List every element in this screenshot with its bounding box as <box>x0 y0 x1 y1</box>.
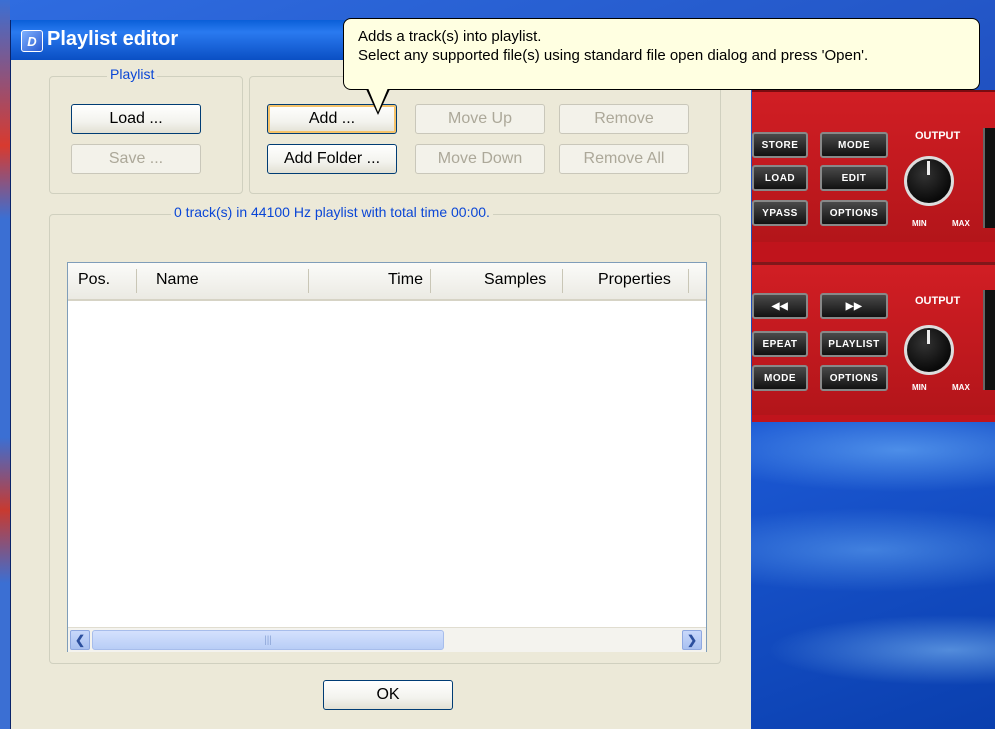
playlist-groupbox <box>49 76 243 194</box>
horizontal-scrollbar[interactable]: ❮ ||| ❯ <box>68 627 706 652</box>
remove-button[interactable]: Remove <box>559 104 689 134</box>
scroll-right-arrow-icon[interactable]: ❯ <box>682 630 702 650</box>
device-playlist-button[interactable]: PLAYLIST <box>820 331 888 357</box>
scroll-left-arrow-icon[interactable]: ❮ <box>70 630 90 650</box>
max-label: MAX <box>952 219 970 228</box>
move-up-button[interactable]: Move Up <box>415 104 545 134</box>
tooltip-line-2: Select any supported file(s) using stand… <box>358 47 869 64</box>
column-properties[interactable]: Properties <box>598 271 671 289</box>
device-edit-button[interactable]: EDIT <box>820 165 888 191</box>
device-forward-button[interactable]: ▶▶ <box>820 293 888 319</box>
device-mode-button-2[interactable]: MODE <box>752 365 808 391</box>
device-options-button[interactable]: OPTIONS <box>820 200 888 226</box>
scrollbar-thumb[interactable]: ||| <box>92 630 444 650</box>
device-load-button[interactable]: LOAD <box>752 165 808 191</box>
move-down-button[interactable]: Move Down <box>415 144 545 174</box>
device-rewind-button[interactable]: ◀◀ <box>752 293 808 319</box>
tooltip-pointer-fill <box>368 88 388 112</box>
desktop-left-edge <box>0 0 10 729</box>
device-options-button-2[interactable]: OPTIONS <box>820 365 888 391</box>
level-meter-2 <box>983 290 995 390</box>
output-label-2: OUTPUT <box>915 295 961 307</box>
max-label-2: MAX <box>952 383 970 392</box>
level-meter <box>983 128 995 228</box>
add-folder-button[interactable]: Add Folder ... <box>267 144 397 174</box>
column-separator[interactable] <box>688 269 689 293</box>
window-title: Playlist editor <box>47 28 179 50</box>
track-list[interactable]: Pos. Name Time Samples Properties ❮ ||| … <box>67 262 707 652</box>
tracks-groupbox <box>249 76 721 194</box>
column-time[interactable]: Time <box>388 271 423 289</box>
ok-button[interactable]: OK <box>323 680 453 710</box>
playlist-group-legend: Playlist <box>107 66 158 82</box>
device-repeat-button[interactable]: EPEAT <box>752 331 808 357</box>
output-knob[interactable] <box>904 156 954 206</box>
device-bypass-button[interactable]: YPASS <box>752 200 808 226</box>
column-separator[interactable] <box>430 269 431 293</box>
add-button-tooltip: Adds a track(s) into playlist. Select an… <box>343 18 980 90</box>
load-button[interactable]: Load ... <box>71 104 201 134</box>
playlist-summary: 0 track(s) in 44100 Hz playlist with tot… <box>171 204 493 220</box>
column-separator[interactable] <box>562 269 563 293</box>
column-separator[interactable] <box>136 269 137 293</box>
column-pos[interactable]: Pos. <box>78 271 110 289</box>
min-label-2: MIN <box>912 383 927 392</box>
remove-all-button[interactable]: Remove All <box>559 144 689 174</box>
min-label: MIN <box>912 219 927 228</box>
output-label: OUTPUT <box>915 130 961 142</box>
track-list-header: Pos. Name Time Samples Properties <box>68 263 706 301</box>
column-samples[interactable]: Samples <box>484 271 546 289</box>
playlist-editor-dialog: D Playlist editor Playlist Load ... Save… <box>10 20 751 729</box>
tooltip-line-1: Adds a track(s) into playlist. <box>358 28 542 45</box>
save-button[interactable]: Save ... <box>71 144 201 174</box>
device-panel-bottom: ◀◀ ▶▶ EPEAT PLAYLIST MODE OPTIONS OUTPUT… <box>752 262 995 415</box>
device-store-button[interactable]: STORE <box>752 132 808 158</box>
desktop-wallpaper-waves <box>750 410 995 729</box>
device-mode-button[interactable]: MODE <box>820 132 888 158</box>
output-knob-2[interactable] <box>904 325 954 375</box>
device-panel-top: STORE MODE LOAD EDIT YPASS OPTIONS OUTPU… <box>752 92 995 242</box>
column-separator[interactable] <box>308 269 309 293</box>
column-name[interactable]: Name <box>156 271 199 289</box>
app-icon: D <box>21 30 43 52</box>
